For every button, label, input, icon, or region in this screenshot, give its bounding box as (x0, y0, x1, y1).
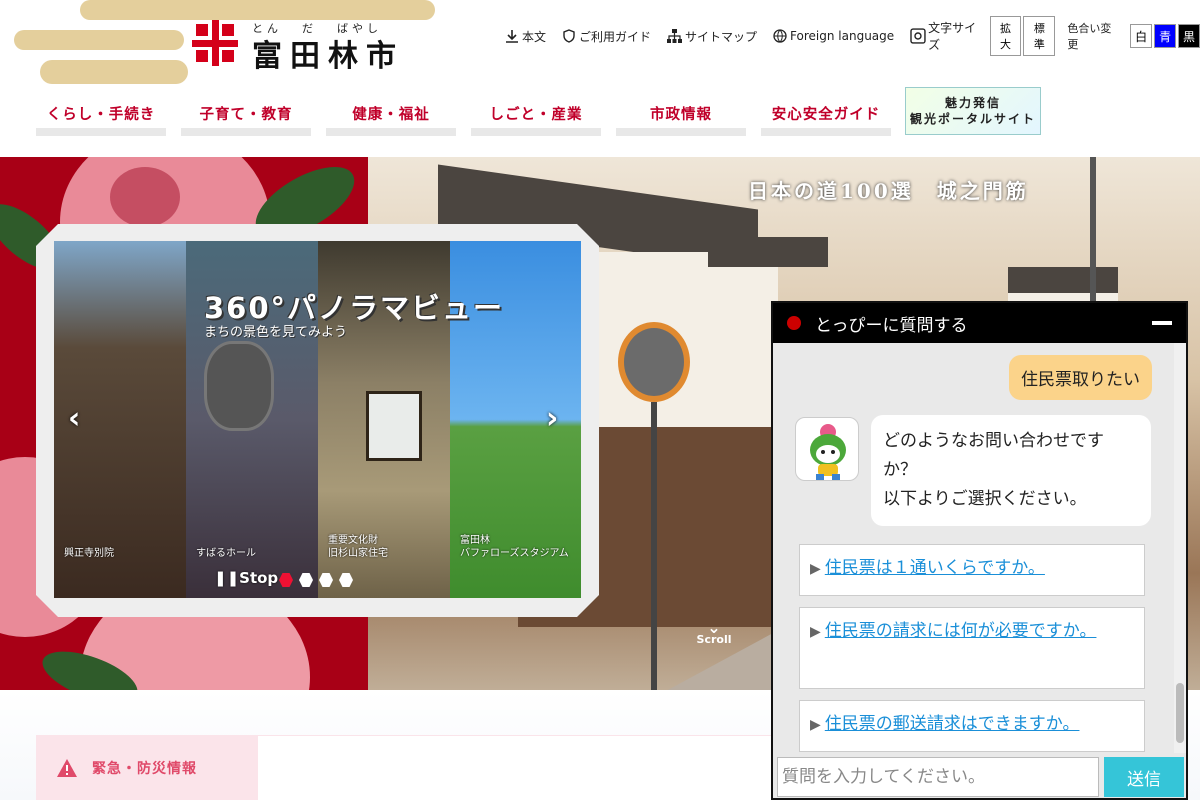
chat-send-button[interactable]: 送信 (1104, 757, 1184, 797)
triangle-right-icon: ▶ (810, 624, 821, 640)
chat-option-link[interactable]: 住民票の請求には何が必要ですか。 (825, 621, 1097, 641)
panel-caption: 興正寺別院 (64, 548, 114, 559)
utility-bar: 本文 ご利用ガイド サイトマップ Foreign language 文字サイズ … (505, 16, 1200, 56)
convex-mirror (618, 322, 690, 402)
roof (708, 237, 828, 267)
panel-caption: 富田林 バファローズスタジアム (460, 535, 569, 559)
azalea-flower (110, 167, 180, 227)
chatbot-title: とっぴーに質問する (815, 315, 968, 336)
nav-label: 市政情報 (650, 107, 712, 123)
color-white-button[interactable]: 白 (1130, 24, 1153, 48)
portal-line: 観光ポータルサイト (909, 112, 1036, 126)
nav-kurashi[interactable]: くらし・手続き (36, 98, 166, 136)
mirror-pole (651, 402, 657, 702)
scroll-label: Scroll (696, 633, 732, 646)
nav-label: 健康・福祉 (352, 107, 430, 123)
toppy-mascot-avatar (795, 417, 859, 481)
nav-label: 安心安全ガイド (771, 107, 881, 123)
site-header: とん だ ばやし 富田林市 本文 ご利用ガイド サイトマップ Foreign l… (0, 0, 1200, 157)
font-size-enlarge-button[interactable]: 拡大 (989, 16, 1022, 56)
stop-label: Stop (239, 569, 279, 587)
shield-icon (563, 29, 575, 43)
global-navigation: くらし・手続き 子育て・教育 健康・福祉 しごと・産業 市政情報 安心安全ガイド (36, 98, 906, 136)
panel-caption: すばるホール (196, 548, 256, 559)
emergency-content (258, 735, 778, 800)
usage-guide-link[interactable]: ご利用ガイド (562, 28, 651, 45)
mascot-icon (810, 424, 846, 480)
bot-message-line: どのようなお問い合わせです (883, 431, 1104, 451)
hero-caption: 日本の道100選 城之門筋 (748, 179, 1029, 203)
util-link-label: 本文 (522, 29, 547, 44)
sitemap-icon (667, 29, 683, 43)
chat-option-requirements[interactable]: ▶ 住民票の請求には何が必要ですか。 (799, 607, 1145, 689)
scrollbar-thumb[interactable] (1176, 683, 1184, 743)
util-link-label: サイトマップ (685, 29, 758, 44)
triangle-right-icon: ▶ (810, 561, 821, 577)
nav-label: しごと・産業 (489, 107, 583, 123)
bot-message-bubble: どのようなお問い合わせです か？ 以下よりご選択ください。 (871, 415, 1151, 526)
chat-option-mail-request[interactable]: ▶ 住民票の郵送請求はできますか。 (799, 700, 1145, 752)
user-message-bubble: 住民票取りたい (1009, 355, 1152, 400)
slider-prev-arrow-icon[interactable]: ‹ (68, 401, 80, 436)
slider-stop-button[interactable]: ❚❚Stop (214, 569, 278, 587)
chat-scrollbar[interactable] (1174, 343, 1186, 753)
nav-shigoto[interactable]: しごと・産業 (471, 98, 601, 136)
skip-to-content-link[interactable]: 本文 (505, 28, 546, 45)
portal-line: 魅力発信 (944, 96, 1001, 110)
bot-message-line: 以下よりご選択ください。 (883, 489, 1087, 509)
scroll-indicator[interactable]: ⌄ Scroll (696, 618, 732, 647)
font-size-standard-button[interactable]: 標準 (1023, 16, 1056, 56)
chatbot-header: とっぴーに質問する (773, 303, 1186, 343)
nav-label: 子育て・教育 (199, 107, 293, 123)
triangle-right-icon: ▶ (810, 717, 821, 733)
chatbot-window: とっぴーに質問する 住民票取りたい どのようなお問い合わせです か？ 以下よりご… (771, 301, 1188, 800)
sitemap-link[interactable]: サイトマップ (667, 28, 757, 45)
warning-icon (57, 758, 77, 777)
planetarium-projector (204, 341, 274, 431)
nav-kenko[interactable]: 健康・福祉 (326, 98, 456, 136)
bot-message-line: か？ (883, 460, 917, 480)
panel-caption: 重要文化財 旧杉山家住宅 (328, 535, 388, 559)
slider-next-arrow-icon[interactable]: › (546, 401, 558, 436)
nav-shisei[interactable]: 市政情報 (616, 98, 746, 136)
chat-option-price[interactable]: ▶ 住民票は１通いくらですか。 (799, 544, 1145, 596)
util-link-label: ご利用ガイド (579, 29, 652, 44)
roof (1008, 267, 1118, 293)
chat-message-area[interactable]: 住民票取りたい どのようなお問い合わせです か？ 以下よりご選択ください。 ▶ 住… (773, 343, 1186, 753)
emergency-label: 緊急・防災情報 (92, 760, 197, 777)
city-name-logo[interactable]: 富田林市 (252, 31, 404, 75)
nav-label: くらし・手続き (46, 107, 156, 123)
color-black-button[interactable]: 黒 (1178, 24, 1200, 48)
font-size-label: 文字サイズ (928, 21, 977, 52)
panorama-subtitle: まちの景色を見てみよう (204, 325, 348, 340)
globe-icon (773, 29, 787, 43)
util-link-label: Foreign language (790, 29, 895, 43)
header-cloud-decoration (14, 30, 184, 50)
chevron-down-icon: ⌄ (707, 618, 721, 637)
color-blue-button[interactable]: 青 (1154, 24, 1177, 48)
panorama-slider[interactable]: 興正寺別院 すばるホール 重要文化財 旧杉山家住宅 富田林 バファローズスタジアム … (54, 241, 581, 598)
download-icon (506, 30, 518, 43)
pause-icon: ❚❚ (214, 569, 240, 587)
status-dot-icon (787, 316, 801, 330)
text-size-icon (910, 28, 926, 44)
chat-option-link[interactable]: 住民票の郵送請求はできますか。 (825, 714, 1080, 734)
nav-anshin[interactable]: 安心安全ガイド (761, 98, 891, 136)
emergency-info-tab[interactable]: 緊急・防災情報 (36, 735, 258, 800)
header-cloud-decoration (40, 60, 188, 84)
nav-kosodate[interactable]: 子育て・教育 (181, 98, 311, 136)
utility-pole (1090, 157, 1096, 317)
color-change-label: 色合い変更 (1067, 22, 1112, 51)
chat-option-link[interactable]: 住民票は１通いくらですか。 (825, 558, 1045, 578)
tourism-portal-banner[interactable]: 魅力発信 観光ポータルサイト (905, 87, 1041, 135)
shoji-window (366, 391, 422, 461)
chat-question-input[interactable] (777, 757, 1099, 797)
city-emblem-icon[interactable] (192, 20, 238, 66)
header-cloud-decoration (80, 0, 435, 20)
foreign-language-link[interactable]: Foreign language (773, 29, 894, 43)
minimize-icon[interactable] (1152, 321, 1172, 325)
